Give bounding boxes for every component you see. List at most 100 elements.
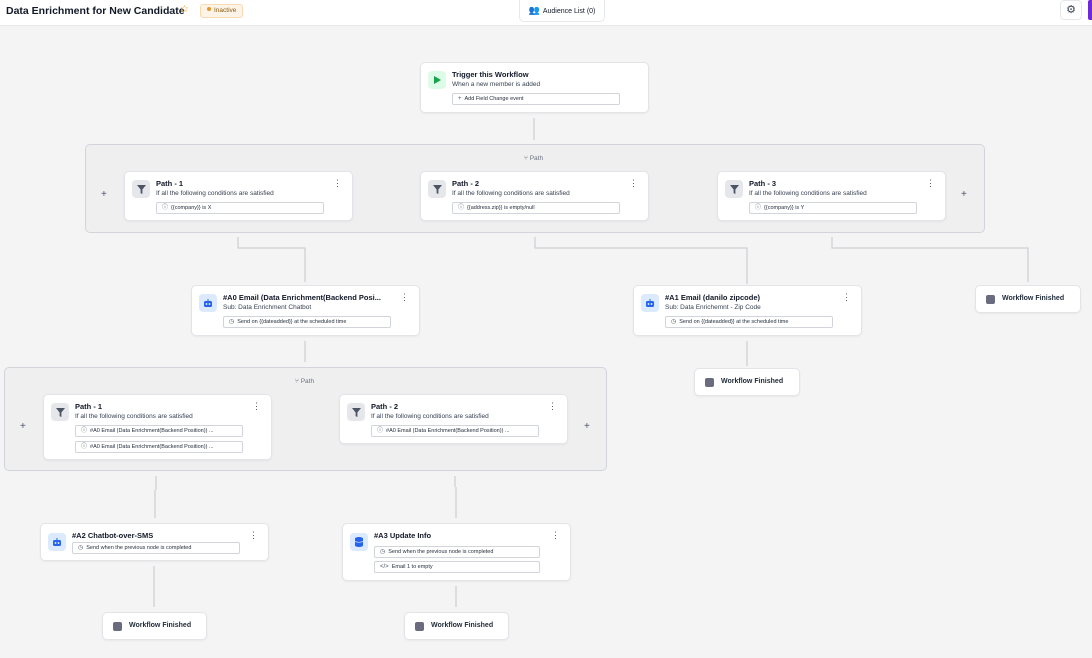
condition-chip[interactable]: ⓘ #A0 Email (Data Enrichment(Backend Posi… xyxy=(75,441,243,453)
path-group-bottom-label: ⑂ Path xyxy=(295,378,314,385)
add-path-right-button[interactable]: + xyxy=(961,189,967,200)
schedule-text: Send on {{dateadded}} at the scheduled t… xyxy=(679,319,789,325)
workflow-finished-node[interactable]: Workflow Finished xyxy=(404,612,509,640)
condition-text: {{company}} is Y xyxy=(764,205,805,211)
workflow-finished-label: Workflow Finished xyxy=(129,622,192,629)
path-group-top-label-text: Path xyxy=(529,155,544,162)
workflow-finished-label: Workflow Finished xyxy=(1002,295,1065,302)
path-title: Path - 3 xyxy=(749,179,777,188)
stop-icon xyxy=(415,622,424,631)
info-icon: ⓘ xyxy=(162,205,169,211)
info-icon: ⓘ xyxy=(377,428,384,434)
code-icon: </> xyxy=(380,564,389,570)
path-subtitle: If all the following conditions are sati… xyxy=(156,190,274,197)
info-icon: ⓘ xyxy=(755,205,762,211)
more-options-icon[interactable]: ⋮ xyxy=(926,179,935,188)
path-subtitle: If all the following conditions are sati… xyxy=(749,190,867,197)
clock-icon: ◷ xyxy=(229,319,235,325)
action-card-a0[interactable]: #A0 Email (Data Enrichment(Backend Posi.… xyxy=(191,285,420,336)
path-group-top-label: ⑂ Path xyxy=(524,155,543,162)
add-path-left-button[interactable]: + xyxy=(101,189,107,200)
branch-icon: ⑂ xyxy=(524,155,528,162)
path-card[interactable]: Path - 2 If all the following conditions… xyxy=(420,171,649,221)
action-title: #A1 Email (danilo zipcode) xyxy=(665,293,761,302)
clock-icon: ◷ xyxy=(671,319,677,325)
schedule-chip[interactable]: ◷ Send when the previous node is complete… xyxy=(72,542,240,554)
info-icon: ⓘ xyxy=(81,428,88,434)
condition-text: #A0 Email (Data Enrichment(Backend Posit… xyxy=(386,428,510,434)
path-title: Path - 2 xyxy=(371,402,399,411)
clock-icon: ◷ xyxy=(380,549,386,555)
database-icon xyxy=(350,533,368,551)
schedule-chip[interactable]: ◷ Send on {{dateadded}} at the scheduled … xyxy=(223,316,391,328)
more-options-icon[interactable]: ⋮ xyxy=(551,531,560,540)
stop-icon xyxy=(113,622,122,631)
condition-chip[interactable]: ⓘ {{address.zip}} is empty/null xyxy=(452,202,620,214)
clock-icon: ◷ xyxy=(78,545,84,551)
workflow-finished-node[interactable]: Workflow Finished xyxy=(102,612,207,640)
action-card-a2[interactable]: #A2 Chatbot-over-SMS ⋮ ◷ Send when the pr… xyxy=(40,523,269,561)
condition-chip[interactable]: ⓘ #A0 Email (Data Enrichment(Backend Posi… xyxy=(371,425,539,437)
more-options-icon[interactable]: ⋮ xyxy=(400,293,409,302)
more-options-icon[interactable]: ⋮ xyxy=(249,531,258,540)
path-card[interactable]: Path - 2 If all the following conditions… xyxy=(339,394,568,444)
more-options-icon[interactable]: ⋮ xyxy=(548,402,557,411)
condition-text: #A0 Email (Data Enrichment(Backend Posit… xyxy=(90,444,214,450)
filter-icon xyxy=(428,180,446,198)
more-options-icon[interactable]: ⋮ xyxy=(333,179,342,188)
schedule-text: Send when the previous node is completed xyxy=(388,549,494,555)
more-options-icon[interactable]: ⋮ xyxy=(842,293,851,302)
branch-icon: ⑂ xyxy=(295,378,299,385)
robot-icon xyxy=(48,533,66,551)
trigger-subtitle: When a new member is added xyxy=(452,81,541,88)
action-title: #A0 Email (Data Enrichment(Backend Posi.… xyxy=(223,293,381,302)
schedule-chip[interactable]: ◷ Send on {{dateadded}} at the scheduled … xyxy=(665,316,833,328)
condition-text: {{address.zip}} is empty/null xyxy=(467,205,535,211)
stop-icon xyxy=(986,295,995,304)
action-card-a1[interactable]: #A1 Email (danilo zipcode) Sub: Data Enr… xyxy=(633,285,862,336)
workflow-finished-node[interactable]: Workflow Finished xyxy=(694,368,800,396)
path-card[interactable]: Path - 1 If all the following conditions… xyxy=(124,171,353,221)
robot-icon xyxy=(641,294,659,312)
add-path-right-button[interactable]: + xyxy=(584,421,590,432)
more-options-icon[interactable]: ⋮ xyxy=(252,402,261,411)
action-title: #A3 Update Info xyxy=(374,531,432,540)
path-title: Path - 1 xyxy=(75,402,103,411)
trigger-card[interactable]: Trigger this Workflow When a new member … xyxy=(420,62,649,113)
info-icon: ⓘ xyxy=(81,444,88,450)
update-field-chip[interactable]: </> Email 1 to empty xyxy=(374,561,540,573)
filter-icon xyxy=(51,403,69,421)
condition-text: {{company}} is X xyxy=(171,205,212,211)
update-field-text: Email 1 to empty xyxy=(391,564,433,570)
action-subtitle: Sub: Data Enrichemnt - Zip Code xyxy=(665,304,761,311)
action-subtitle: Sub: Data Enrichment Chatbot xyxy=(223,304,312,311)
path-card[interactable]: Path - 1 If all the following conditions… xyxy=(43,394,272,460)
condition-chip[interactable]: ⓘ {{company}} is X xyxy=(156,202,324,214)
play-icon xyxy=(428,71,446,89)
path-title: Path - 1 xyxy=(156,179,184,188)
workflow-finished-label: Workflow Finished xyxy=(721,378,784,385)
workflow-finished-node[interactable]: Workflow Finished xyxy=(975,285,1081,313)
condition-chip[interactable]: ⓘ {{company}} is Y xyxy=(749,202,917,214)
schedule-chip[interactable]: ◷ Send when the previous node is complete… xyxy=(374,546,540,558)
schedule-text: Send on {{dateadded}} at the scheduled t… xyxy=(237,319,347,325)
path-group-bottom-label-text: Path xyxy=(300,378,315,385)
schedule-text: Send when the previous node is completed xyxy=(86,545,192,551)
add-field-change-button[interactable]: + Add Field Change event xyxy=(452,93,620,105)
add-field-change-label: Add Field Change event xyxy=(464,96,524,102)
trigger-title: Trigger this Workflow xyxy=(452,70,529,79)
path-subtitle: If all the following conditions are sati… xyxy=(371,413,489,420)
plus-icon: + xyxy=(458,96,462,102)
filter-icon xyxy=(725,180,743,198)
condition-chip[interactable]: ⓘ #A0 Email (Data Enrichment(Backend Posi… xyxy=(75,425,243,437)
more-options-icon[interactable]: ⋮ xyxy=(629,179,638,188)
filter-icon xyxy=(347,403,365,421)
path-title: Path - 2 xyxy=(452,179,480,188)
action-title: #A2 Chatbot-over-SMS xyxy=(72,531,154,540)
stop-icon xyxy=(705,378,714,387)
add-path-left-button[interactable]: + xyxy=(20,421,26,432)
condition-text: #A0 Email (Data Enrichment(Backend Posit… xyxy=(90,428,214,434)
action-card-a3[interactable]: #A3 Update Info ⋮ ◷ Send when the previou… xyxy=(342,523,571,581)
workflow-finished-label: Workflow Finished xyxy=(431,622,494,629)
path-card[interactable]: Path - 3 If all the following conditions… xyxy=(717,171,946,221)
